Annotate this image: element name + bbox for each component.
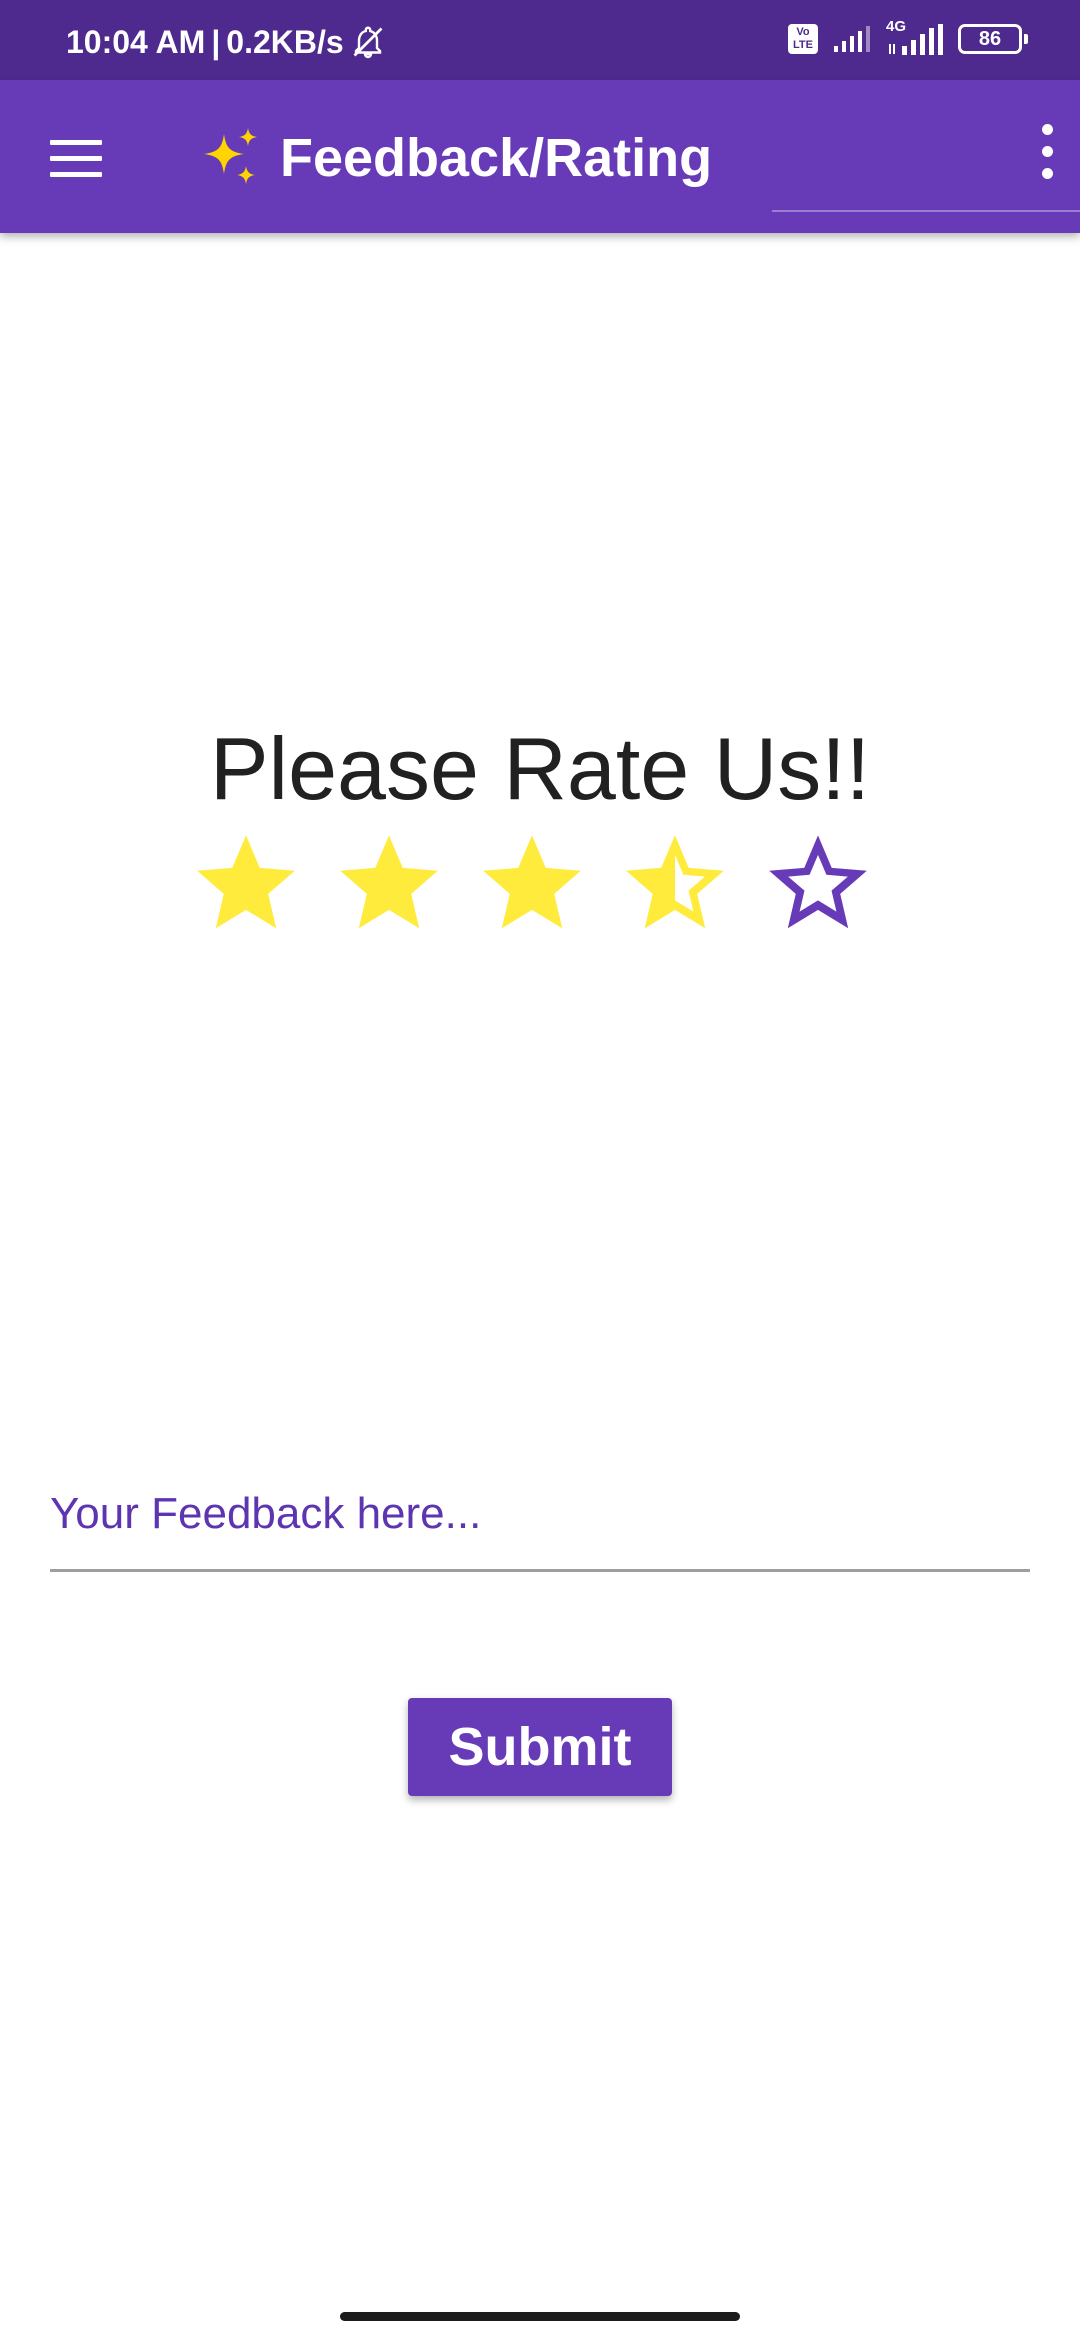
battery-icon: 86 <box>958 24 1028 54</box>
star-filled-icon[interactable] <box>476 826 588 938</box>
signal-strength-icon-2 <box>889 24 943 55</box>
star-filled-icon[interactable] <box>190 826 302 938</box>
app-bar-divider <box>772 210 1080 212</box>
sparkles-icon <box>204 128 257 184</box>
star-filled-icon[interactable] <box>333 826 445 938</box>
star-half-icon[interactable] <box>619 826 731 938</box>
status-right: Vo LTE 4G 86 <box>788 18 1028 56</box>
submit-button[interactable]: Submit <box>408 1698 672 1796</box>
battery-level: 86 <box>978 28 1002 50</box>
network-4g-indicator: 4G <box>886 18 944 56</box>
signal-strength-icon <box>834 26 870 52</box>
volte-icon: Vo LTE <box>788 24 818 54</box>
status-bar: 10:04 AM | 0.2KB/s Vo LTE 4G 86 <box>0 0 1080 80</box>
network-speed: 0.2KB/s <box>226 24 344 60</box>
feedback-underline <box>50 1569 1030 1572</box>
bell-off-icon <box>353 26 383 59</box>
star-empty-icon[interactable] <box>762 826 874 938</box>
feedback-input[interactable] <box>50 1460 1030 1568</box>
feedback-field[interactable] <box>50 1460 1030 1572</box>
rating-bar[interactable] <box>190 826 874 938</box>
status-separator: | <box>211 24 221 60</box>
more-vertical-icon[interactable] <box>1038 124 1056 180</box>
home-indicator[interactable] <box>340 2312 740 2321</box>
status-left: 10:04 AM | 0.2KB/s <box>66 24 386 60</box>
hamburger-menu-icon[interactable] <box>50 138 104 178</box>
rate-heading: Please Rate Us!! <box>209 719 871 818</box>
feedback-screen: 10:04 AM | 0.2KB/s Vo LTE 4G 86 Feedback… <box>0 0 1080 2340</box>
page-title: Feedback/Rating <box>280 128 713 188</box>
app-bar: Feedback/Rating <box>0 80 1080 233</box>
volte-label: Vo LTE <box>793 26 813 51</box>
status-time: 10:04 AM <box>66 24 206 60</box>
